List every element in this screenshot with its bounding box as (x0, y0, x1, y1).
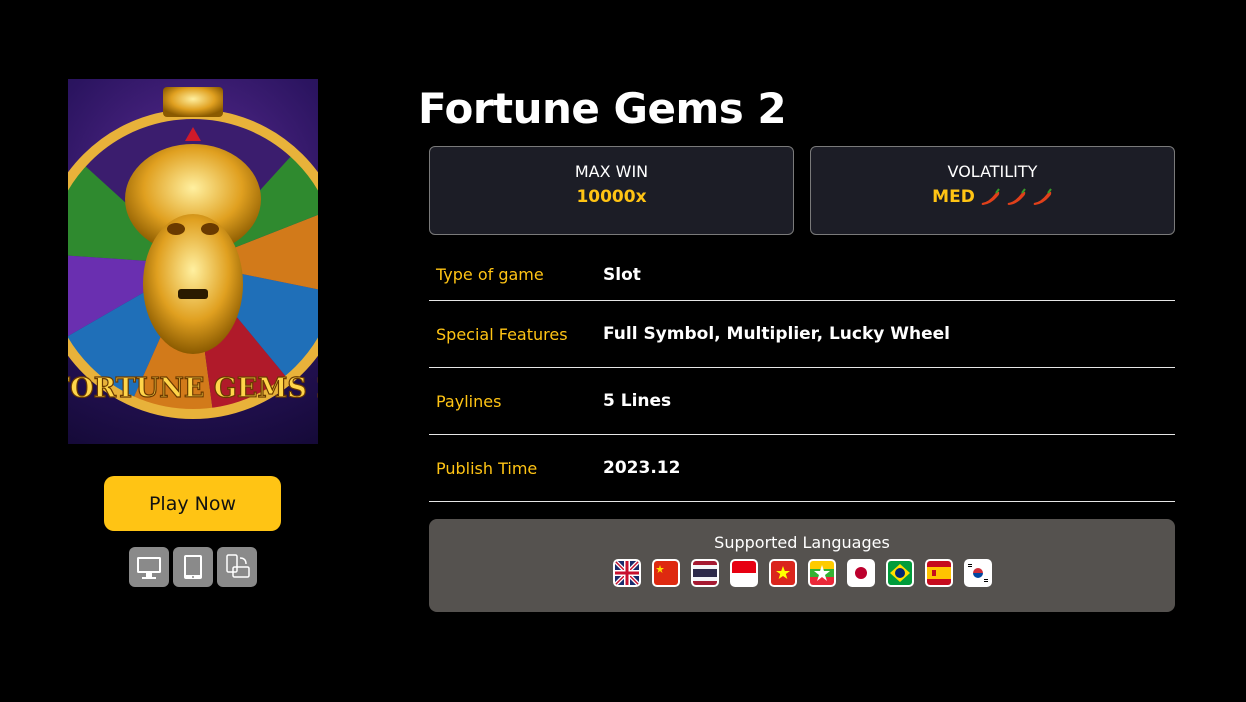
chili-icon (981, 188, 1000, 205)
info-row-publish-time: Publish Time 2023.12 (429, 435, 1175, 502)
svg-text:FORTUNE GEMS 2: FORTUNE GEMS 2 (68, 373, 318, 404)
myanmar-flag-icon (807, 559, 836, 587)
info-key: Publish Time (436, 458, 538, 478)
info-key: Special Features (436, 324, 568, 344)
info-value: 5 Lines (603, 391, 672, 411)
max-win-label: MAX WIN (574, 162, 649, 181)
play-now-button[interactable]: Play Now (104, 476, 281, 531)
info-row-special-features: Special Features Full Symbol, Multiplier… (429, 301, 1175, 368)
thailand-flag-icon (690, 559, 719, 587)
japan-flag-icon (846, 559, 875, 587)
chili-icon (1007, 188, 1026, 205)
brazil-flag-icon (885, 559, 914, 587)
volatility-value: MED (811, 187, 1174, 207)
info-value: 2023.12 (603, 458, 681, 478)
chili-icon (1033, 188, 1052, 205)
korea-flag-icon (963, 559, 992, 587)
volatility-card: VOLATILITY MED (810, 146, 1175, 235)
supported-languages-panel: Supported Languages (429, 519, 1175, 612)
vietnam-flag-icon (768, 559, 797, 587)
indonesia-flag-icon (729, 559, 758, 587)
info-key: Paylines (436, 391, 502, 411)
desktop-icon (129, 547, 169, 587)
info-key: Type of game (436, 265, 544, 284)
max-win-number: 10000x (576, 187, 647, 207)
china-flag-icon (651, 559, 680, 587)
max-win-value: 10000x (430, 187, 793, 207)
info-row-type: Type of game Slot (429, 249, 1175, 301)
info-row-paylines: Paylines 5 Lines (429, 368, 1175, 435)
max-win-card: MAX WIN 10000x (429, 146, 794, 235)
info-value: Slot (603, 264, 641, 285)
info-value: Full Symbol, Multiplier, Lucky Wheel (603, 324, 951, 344)
uk-flag-icon (612, 559, 641, 587)
supported-devices (129, 547, 257, 587)
supported-languages-title: Supported Languages (714, 533, 890, 552)
game-cover-image: FORTUNE GEMS 2 (68, 79, 318, 444)
language-flags (429, 559, 1175, 587)
volatility-level: MED (932, 187, 975, 207)
mobile-rotate-icon (217, 547, 257, 587)
spain-flag-icon (924, 559, 953, 587)
tablet-icon (173, 547, 213, 587)
game-title: Fortune Gems 2 (418, 84, 787, 133)
game-info-table: Type of game Slot Special Features Full … (429, 249, 1175, 502)
volatility-label: VOLATILITY (947, 162, 1038, 181)
